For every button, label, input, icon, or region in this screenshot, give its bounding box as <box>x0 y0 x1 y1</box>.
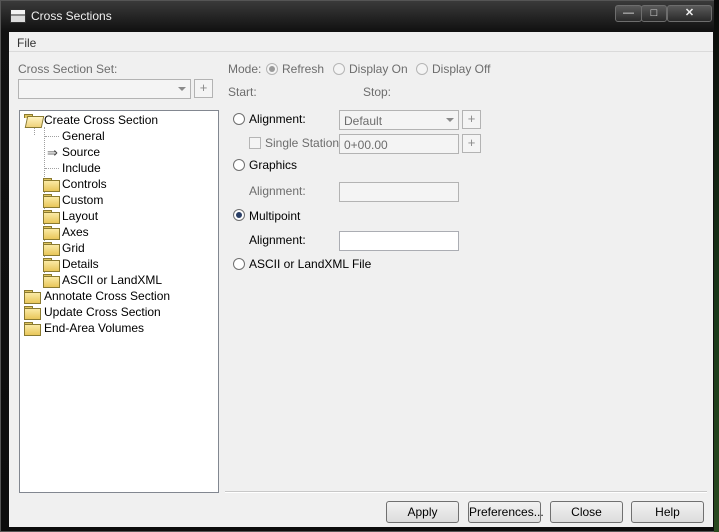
window-title: Cross Sections <box>31 9 112 23</box>
folder-icon <box>43 258 60 272</box>
menu-file[interactable]: File <box>17 36 36 50</box>
alignment-pick-icon[interactable]: + <box>462 110 481 129</box>
folder-icon <box>43 226 60 240</box>
tree-connector <box>45 168 59 169</box>
mode-display-on-label: Display On <box>349 62 408 76</box>
tree-item-label: Source <box>62 145 101 159</box>
maximize-icon: □ <box>650 7 658 19</box>
apply-button[interactable]: Apply <box>386 501 459 523</box>
arrow-right-icon: ⇒ <box>47 145 58 160</box>
folder-icon <box>24 290 41 304</box>
alignment-combo-value: Default <box>344 114 383 128</box>
close-icon: ✕ <box>684 7 695 19</box>
folder-icon <box>24 306 41 320</box>
background-edge <box>714 0 719 532</box>
single-station-input[interactable]: 0+00.00 <box>339 134 459 154</box>
title-bar[interactable]: Cross Sections ― □ ✕ <box>1 1 718 32</box>
tree-item-label: Controls <box>62 177 107 191</box>
maximize-button[interactable]: □ <box>641 5 667 22</box>
tree-item-label: Update Cross Section <box>44 305 161 319</box>
cross-section-set-combo[interactable] <box>18 79 191 99</box>
close-window-button[interactable]: ✕ <box>667 5 712 22</box>
graphics-alignment-label: Alignment: <box>249 184 306 198</box>
multipoint-alignment-label: Alignment: <box>249 233 306 247</box>
app-icon <box>10 9 26 23</box>
graphics-radio-label: Graphics <box>249 158 298 172</box>
alignment-radio-label: Alignment: <box>249 112 306 126</box>
tree-item-label: End-Area Volumes <box>44 321 145 335</box>
tree-item-label: General <box>62 129 105 143</box>
button-separator <box>225 491 707 493</box>
mode-refresh-radio[interactable] <box>266 63 278 75</box>
graphics-radio[interactable] <box>233 159 245 171</box>
menu-bar: File <box>9 32 713 52</box>
tree-item-label: Annotate Cross Section <box>44 289 171 303</box>
single-station-checkbox[interactable] <box>249 137 261 149</box>
ascii-landxml-radio-label: ASCII or LandXML File <box>249 257 372 271</box>
window-frame: Cross Sections ― □ ✕ File Cross Section … <box>0 0 719 532</box>
tree-item-label: Axes <box>62 225 89 239</box>
tree-item-label: Create Cross Section <box>44 113 159 127</box>
folder-icon <box>43 210 60 224</box>
preferences-button[interactable]: Preferences... <box>468 501 544 523</box>
tree-item-label: Layout <box>62 209 99 223</box>
graphics-alignment-input[interactable] <box>339 182 459 202</box>
mode-refresh-label: Refresh <box>282 62 325 76</box>
alignment-radio[interactable] <box>233 113 245 125</box>
folder-icon <box>43 178 60 192</box>
folder-open-icon <box>24 114 40 126</box>
folder-icon <box>43 242 60 256</box>
multipoint-alignment-input[interactable] <box>339 231 459 251</box>
tree-connector <box>45 136 59 137</box>
start-label: Start: <box>228 85 257 99</box>
help-button[interactable]: Help <box>631 501 704 523</box>
folder-icon <box>43 194 60 208</box>
mode-display-on-radio[interactable] <box>333 63 345 75</box>
folder-icon <box>24 322 41 336</box>
tree-item-label: Include <box>62 161 101 175</box>
close-button[interactable]: Close <box>550 501 623 523</box>
mode-label: Mode: <box>228 62 262 76</box>
multipoint-radio[interactable] <box>233 209 245 221</box>
minimize-icon: ― <box>623 7 634 19</box>
alignment-combo[interactable]: Default <box>339 110 459 130</box>
crosshair-pick-icon[interactable]: + <box>194 79 213 98</box>
tree-item-label: ASCII or LandXML <box>62 273 163 287</box>
tree-connector <box>34 127 35 135</box>
section-tree[interactable]: Create Cross Section General ⇒ Source In… <box>19 110 219 493</box>
minimize-button[interactable]: ― <box>615 5 642 22</box>
mode-display-off-radio[interactable] <box>416 63 428 75</box>
single-station-label: Single Station: <box>265 136 343 150</box>
cross-section-set-label: Cross Section Set: <box>18 62 118 76</box>
chevron-down-icon <box>446 118 454 122</box>
station-pick-icon[interactable]: + <box>462 134 481 153</box>
stop-label: Stop: <box>363 85 392 99</box>
folder-icon <box>43 274 60 288</box>
chevron-down-icon <box>178 87 186 91</box>
tree-item-label: Details <box>62 257 99 271</box>
tree-item-label: Grid <box>62 241 85 255</box>
tree-item-label: Custom <box>62 193 104 207</box>
mode-display-off-label: Display Off <box>432 62 491 76</box>
ascii-landxml-radio[interactable] <box>233 258 245 270</box>
dialog-client: File Cross Section Set: + Mode: Refresh … <box>9 32 713 527</box>
single-station-value: 0+00.00 <box>344 138 388 152</box>
multipoint-radio-label: Multipoint <box>249 209 301 223</box>
